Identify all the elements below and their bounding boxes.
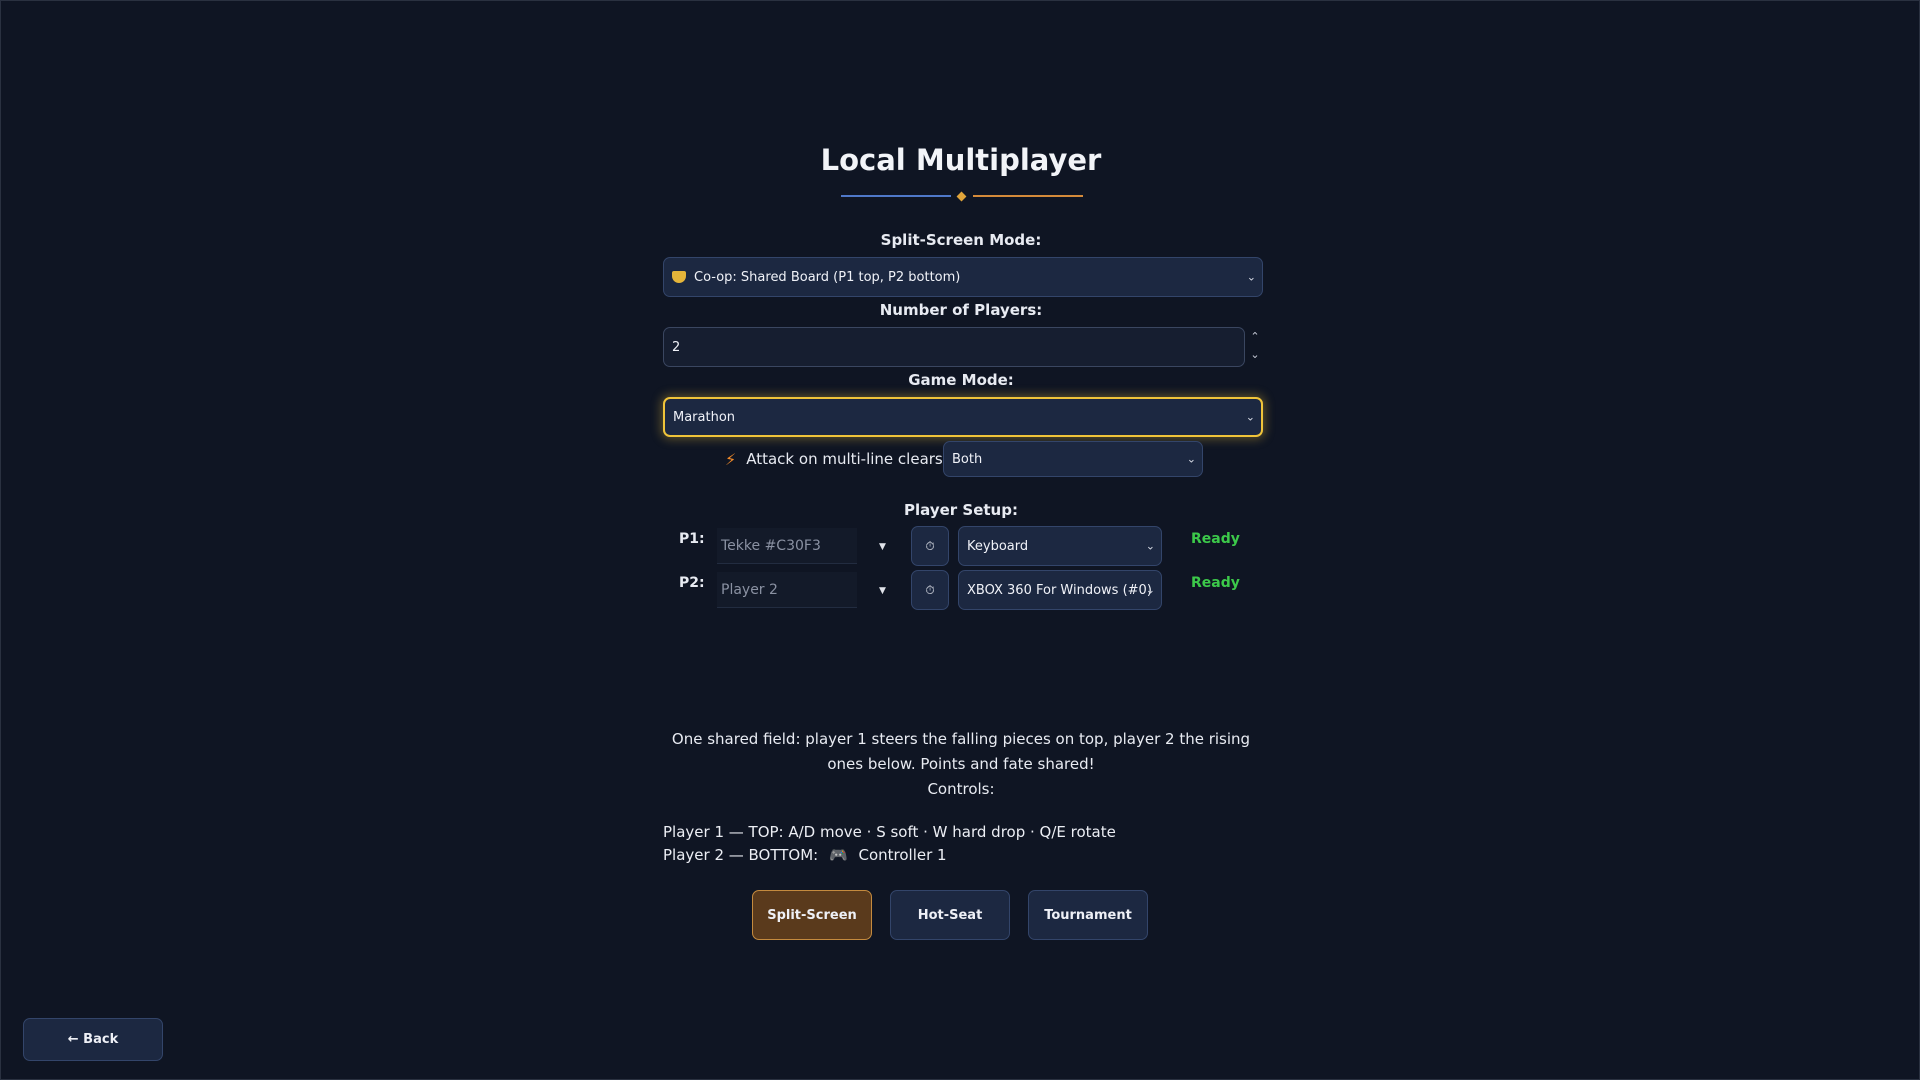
- shield-icon: [672, 271, 686, 283]
- attack-select[interactable]: Both ⌄: [943, 441, 1203, 477]
- number-of-players-value: 2: [672, 339, 681, 355]
- p1-device-select[interactable]: Keyboard ⌄: [958, 526, 1162, 566]
- number-of-players-label: Number of Players:: [879, 301, 1043, 319]
- player-setup-label: Player Setup:: [904, 501, 1018, 519]
- p2-label: P2:: [679, 575, 705, 591]
- split-screen-button[interactable]: Split-Screen: [752, 890, 872, 940]
- gamepad-icon: 🎮: [829, 846, 848, 864]
- stopwatch-icon: ⏱: [925, 538, 935, 553]
- p2-timer-button[interactable]: ⏱: [911, 570, 949, 610]
- game-mode-label: Game Mode:: [908, 371, 1014, 389]
- game-window: Local Multiplayer Split-Screen Mode: Co-…: [0, 0, 1920, 1080]
- mode-description: One shared field: player 1 steers the fa…: [671, 730, 1251, 773]
- lightning-icon: ⚡: [725, 449, 737, 469]
- p2-status: Ready: [1191, 575, 1240, 591]
- controls-p2: Player 2 — BOTTOM: 🎮 Controller 1: [663, 846, 947, 864]
- game-mode-value: Marathon: [673, 409, 736, 425]
- controls-p1: Player 1 — TOP: A/D move · S soft · W ha…: [663, 823, 1116, 841]
- controls-p2-prefix: Player 2 — BOTTOM:: [663, 846, 819, 864]
- p2-device-select[interactable]: XBOX 360 For Windows (#0) ⌄: [958, 570, 1162, 610]
- spinner-down-icon[interactable]: ⌄: [1249, 347, 1261, 362]
- hot-seat-button[interactable]: Hot-Seat: [890, 890, 1010, 940]
- title-divider-left: [841, 195, 951, 197]
- controls-p2-device: Controller 1: [858, 846, 947, 864]
- game-mode-select[interactable]: Marathon ⌄: [663, 397, 1263, 437]
- p1-device-value: Keyboard: [967, 538, 1029, 554]
- chevron-down-icon: ⌄: [1145, 539, 1155, 553]
- tournament-button[interactable]: Tournament: [1028, 890, 1148, 940]
- stopwatch-icon: ⏱: [925, 582, 935, 597]
- attack-value: Both: [952, 451, 983, 467]
- p1-name-input[interactable]: Tekke #C30F3: [717, 528, 857, 564]
- attack-label: Attack on multi-line clears:: [746, 450, 948, 468]
- p2-name-input[interactable]: Player 2: [717, 572, 857, 608]
- attack-row: ⚡ Attack on multi-line clears:: [725, 441, 948, 477]
- p1-status: Ready: [1191, 531, 1240, 547]
- split-screen-mode-label: Split-Screen Mode:: [880, 231, 1042, 249]
- controls-label: Controls:: [927, 780, 995, 798]
- p1-name-value: Tekke #C30F3: [721, 537, 821, 554]
- caret-down-icon[interactable]: ▼: [879, 542, 886, 552]
- title-divider-right: [973, 195, 1083, 197]
- split-screen-mode-select[interactable]: Co-op: Shared Board (P1 top, P2 bottom) …: [663, 257, 1263, 297]
- spinner-up-icon[interactable]: ⌃: [1249, 329, 1261, 344]
- back-button[interactable]: ← Back: [23, 1018, 163, 1061]
- page-title: Local Multiplayer: [820, 143, 1102, 177]
- caret-down-icon[interactable]: ▼: [879, 586, 886, 596]
- p1-timer-button[interactable]: ⏱: [911, 526, 949, 566]
- diamond-icon: [956, 191, 967, 202]
- chevron-down-icon: ⌄: [1245, 410, 1255, 424]
- p2-device-value: XBOX 360 For Windows (#0): [967, 582, 1152, 598]
- split-screen-mode-value: Co-op: Shared Board (P1 top, P2 bottom): [694, 269, 961, 285]
- chevron-down-icon: ⌄: [1246, 270, 1256, 284]
- chevron-down-icon: ⌄: [1186, 452, 1196, 466]
- p2-name-value: Player 2: [721, 581, 778, 598]
- p1-label: P1:: [679, 531, 705, 547]
- chevron-down-icon: ⌄: [1145, 583, 1155, 597]
- number-of-players-input[interactable]: 2: [663, 327, 1245, 367]
